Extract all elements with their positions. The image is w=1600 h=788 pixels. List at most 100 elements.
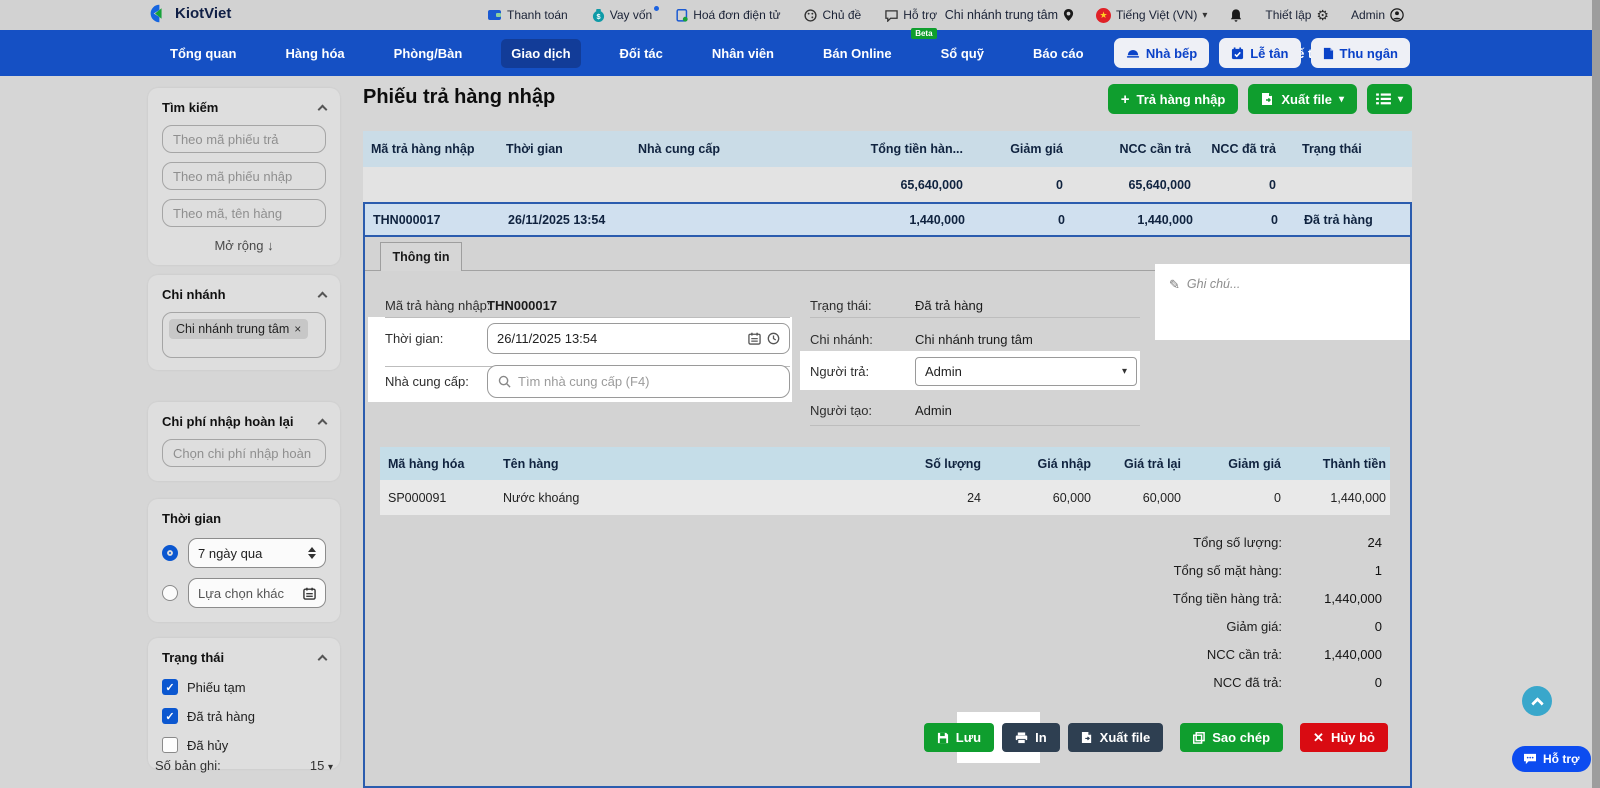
- expand-search-link[interactable]: Mở rộng ↓: [162, 238, 326, 253]
- branch-multiselect[interactable]: Chi nhánh trung tâm ×: [162, 312, 326, 358]
- col-header-status[interactable]: Trạng thái: [1278, 142, 1412, 156]
- product-row[interactable]: SP000091 Nước khoáng 24 60,000 60,000 0 …: [380, 480, 1390, 515]
- chevron-down-icon: ▾: [1338, 93, 1344, 105]
- x-icon: ✕: [1313, 729, 1324, 745]
- collapse-chevron-icon[interactable]: [317, 654, 328, 664]
- pcol-code: Mã hàng hóa: [388, 456, 465, 471]
- selected-row-block: THN000017 26/11/2025 13:54 1,440,000 0 1…: [363, 202, 1412, 788]
- language-selector[interactable]: ★ Tiếng Việt (VN) ▾: [1095, 7, 1207, 23]
- user-icon: [1390, 8, 1404, 22]
- nav-item-tong-quan[interactable]: Tổng quan: [160, 39, 246, 68]
- time-preset-radio[interactable]: [162, 545, 178, 561]
- topbar-item-einvoice[interactable]: Hoá đơn điện tử: [676, 8, 780, 22]
- nav-item-nhan-vien[interactable]: Nhân viên: [702, 39, 784, 68]
- palette-icon: [804, 8, 818, 22]
- tab-thong-tin[interactable]: Thông tin: [380, 242, 462, 271]
- product-qty: 24: [967, 490, 981, 505]
- remove-tag-icon[interactable]: ×: [294, 322, 301, 336]
- nav-item-bao-cao[interactable]: Báo cáo: [1023, 39, 1094, 68]
- scroll-to-top-button[interactable]: [1522, 686, 1552, 716]
- chevron-up-icon: [1530, 696, 1544, 710]
- topbar-item-payment[interactable]: Thanh toán: [488, 8, 568, 22]
- kitchen-button[interactable]: Nhà bếp: [1113, 38, 1210, 68]
- col-header-total[interactable]: Tổng tiền hàn...: [805, 142, 965, 156]
- print-button[interactable]: In: [1002, 723, 1060, 752]
- search-purchase-code-input[interactable]: [162, 162, 326, 190]
- refund-cost-filter-card: Chi phí nhập hoàn lại: [148, 402, 340, 481]
- checkbox-unchecked-icon[interactable]: [162, 737, 178, 753]
- time-input[interactable]: [497, 331, 742, 346]
- reception-button[interactable]: Lễ tân: [1219, 38, 1301, 68]
- search-return-code-input[interactable]: [162, 125, 326, 153]
- notifications-bell[interactable]: [1229, 8, 1243, 23]
- bell-icon: [1229, 8, 1243, 23]
- status-option-cancelled[interactable]: Đã hủy: [162, 737, 326, 753]
- topbar-item-theme[interactable]: Chủ đề: [804, 8, 861, 22]
- supplier-search-input[interactable]: [518, 374, 779, 389]
- export-detail-button[interactable]: Xuất file: [1067, 723, 1164, 752]
- nav-item-ban-online[interactable]: Bán Online: [813, 39, 902, 68]
- col-header-payable[interactable]: NCC cần trả: [1065, 142, 1193, 156]
- checkbox-checked-icon[interactable]: ✓: [162, 708, 178, 724]
- chat-icon: [885, 9, 898, 22]
- time-preset-select[interactable]: 7 ngày qua: [188, 538, 326, 568]
- table-row[interactable]: THN000017 26/11/2025 13:54 1,440,000 0 1…: [365, 204, 1410, 237]
- status-option-returned[interactable]: ✓ Đã trả hàng: [162, 708, 326, 724]
- settings-link[interactable]: Thiết lập ⚙: [1265, 8, 1329, 22]
- topbar-item-support[interactable]: Hỗ trợ Beta: [885, 8, 937, 39]
- product-amount: 1,440,000: [1330, 490, 1386, 505]
- chat-bubble-icon: [1523, 753, 1537, 765]
- records-select[interactable]: 15 ▾: [310, 758, 333, 773]
- vertical-scrollbar[interactable]: [1592, 0, 1600, 788]
- search-item-input[interactable]: [162, 199, 326, 227]
- row-code: THN000017: [373, 212, 441, 227]
- nav-item-phong-ban[interactable]: Phòng/Bàn: [384, 39, 473, 68]
- cancel-button[interactable]: ✕ Hủy bỏ: [1300, 723, 1388, 752]
- pcol-return-price: Giá trả lại: [1124, 456, 1181, 471]
- supplier-field[interactable]: [487, 365, 790, 398]
- col-header-paid[interactable]: NCC đã trả: [1193, 142, 1278, 156]
- product-name: Nước khoáng: [503, 490, 580, 505]
- status-option-draft[interactable]: ✓ Phiếu tạm: [162, 679, 326, 695]
- col-header-discount[interactable]: Giảm giá: [965, 142, 1065, 156]
- branch-tag: Chi nhánh trung tâm ×: [169, 319, 309, 339]
- summary-payable: 65,640,000: [1128, 177, 1191, 192]
- cashier-button[interactable]: Thu ngân: [1310, 38, 1410, 68]
- col-header-code[interactable]: Mã trả hàng nhập: [363, 142, 498, 156]
- nav-item-so-quy[interactable]: Sổ quỹ: [931, 39, 994, 68]
- pencil-icon: ✎: [1169, 277, 1180, 292]
- product-code: SP000091: [388, 490, 447, 505]
- product-table: Mã hàng hóa Tên hàng Số lượng Giá nhập G…: [380, 447, 1390, 515]
- refund-cost-input[interactable]: [162, 439, 326, 467]
- col-header-supplier[interactable]: Nhà cung cấp: [630, 142, 805, 156]
- note-field[interactable]: ✎ Ghi chú...: [1155, 264, 1410, 340]
- nav-item-giao-dich[interactable]: Giao dịch: [501, 38, 581, 68]
- time-custom-radio[interactable]: [162, 585, 178, 601]
- new-return-button[interactable]: + Trả hàng nhập: [1107, 84, 1239, 114]
- returner-dropdown[interactable]: Admin ▾: [915, 357, 1137, 386]
- time-custom-picker[interactable]: Lựa chọn khác: [188, 578, 326, 608]
- column-settings-button[interactable]: ▾: [1366, 84, 1412, 114]
- nav-item-doi-tac[interactable]: Đối tác: [610, 39, 673, 68]
- save-button[interactable]: Lưu: [923, 723, 995, 752]
- col-header-time[interactable]: Thời gian: [498, 142, 630, 156]
- copy-button[interactable]: Sao chép: [1180, 723, 1284, 752]
- kiotviet-logo[interactable]: KiotViet: [148, 3, 231, 24]
- export-file-button[interactable]: Xuất file ▾: [1248, 84, 1357, 114]
- support-float-button[interactable]: Hỗ trợ: [1512, 746, 1591, 772]
- collapse-chevron-icon[interactable]: [317, 104, 328, 114]
- collapse-chevron-icon[interactable]: [317, 291, 328, 301]
- topbar-item-loan[interactable]: $ Vay vốn: [592, 6, 660, 22]
- chevron-down-icon: ▾: [1397, 93, 1403, 105]
- branch-label: Chi nhánh:: [810, 332, 873, 347]
- gear-icon: ⚙: [1316, 7, 1329, 23]
- branch-selector[interactable]: Chi nhánh trung tâm: [945, 8, 1074, 22]
- checkbox-checked-icon[interactable]: ✓: [162, 679, 178, 695]
- summary-paid: 0: [1269, 177, 1276, 192]
- collapse-chevron-icon[interactable]: [317, 418, 328, 428]
- nav-item-hang-hoa[interactable]: Hàng hóa: [275, 39, 354, 68]
- time-field[interactable]: [487, 323, 790, 354]
- time-filter-card: Thời gian 7 ngày qua Lựa chọn khác: [148, 499, 340, 622]
- main-nav: Tổng quan Hàng hóa Phòng/Bàn Giao dịch Đ…: [0, 30, 1600, 76]
- user-menu[interactable]: Admin: [1351, 8, 1404, 22]
